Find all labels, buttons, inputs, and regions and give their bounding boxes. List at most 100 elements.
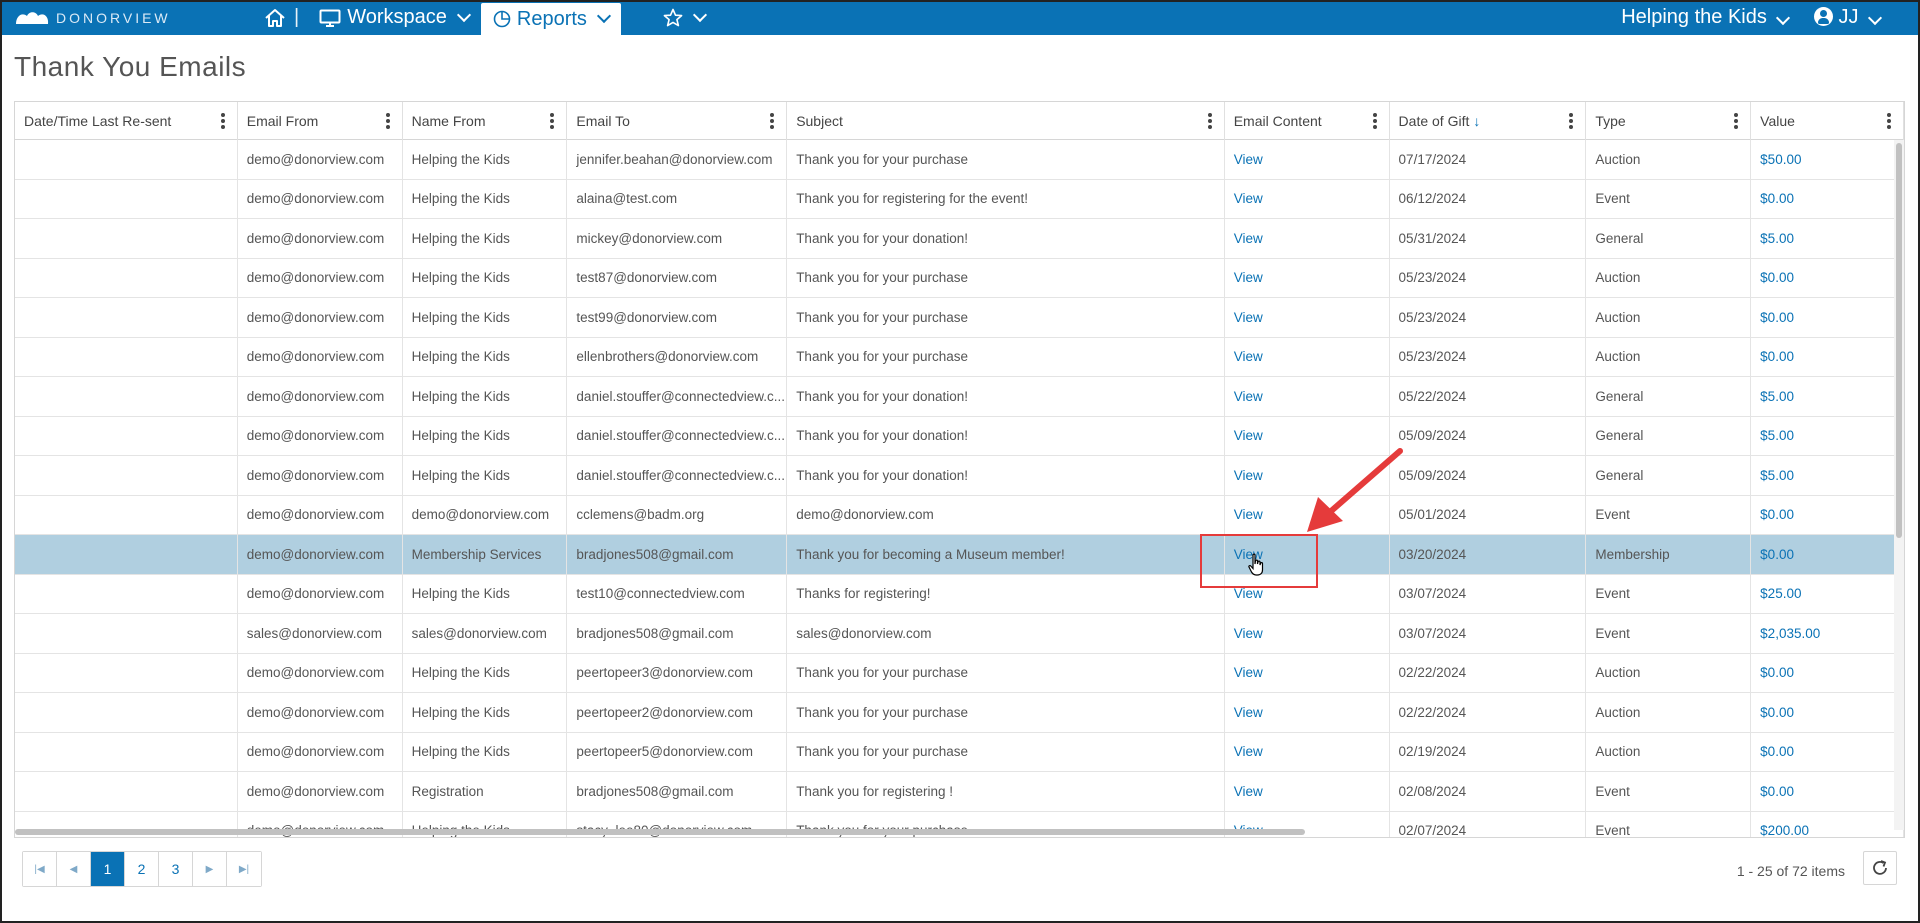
table-row[interactable]: demo@donorview.com Helping the Kids daniel…	[15, 456, 1904, 496]
view-email-link[interactable]: View	[1234, 389, 1263, 404]
value-link[interactable]: $50.00	[1760, 152, 1801, 167]
cell-text: Thank you for your donation!	[796, 428, 969, 444]
vertical-scroll-thumb[interactable]	[1896, 143, 1902, 538]
last-page-icon[interactable]: ▶|	[227, 852, 261, 886]
column-menu-icon[interactable]	[1207, 113, 1212, 129]
view-email-link[interactable]: View	[1234, 744, 1263, 759]
value-link[interactable]: $5.00	[1760, 428, 1794, 443]
table-row[interactable]: demo@donorview.com Registration bradjones5…	[15, 772, 1904, 812]
nav-workspace[interactable]: Workspace	[307, 0, 481, 35]
column-header[interactable]: Date/Time Last Re-sent	[15, 102, 238, 140]
view-email-link[interactable]: View	[1234, 705, 1263, 720]
cell-value: $0.00	[1751, 337, 1904, 376]
view-email-link[interactable]: View	[1234, 231, 1263, 246]
cell-type: Auction	[1586, 693, 1752, 732]
table-row[interactable]: demo@donorview.com Helping the Kids daniel…	[15, 377, 1904, 417]
table-row[interactable]: demo@donorview.com Helping the Kids peerto…	[15, 693, 1904, 733]
column-header[interactable]: Name From	[403, 102, 568, 140]
vertical-scrollbar[interactable]	[1894, 140, 1904, 830]
value-link[interactable]: $5.00	[1760, 389, 1794, 404]
value-link[interactable]: $2,035.00	[1760, 626, 1820, 641]
value-link[interactable]: $0.00	[1760, 705, 1794, 720]
page-button[interactable]: 2	[125, 852, 159, 886]
view-email-link[interactable]: View	[1234, 468, 1263, 483]
column-header[interactable]: Subject	[787, 102, 1225, 140]
home-icon[interactable]	[264, 8, 286, 28]
column-menu-icon[interactable]	[1734, 113, 1739, 129]
view-email-link[interactable]: View	[1234, 626, 1263, 641]
view-email-link[interactable]: View	[1234, 586, 1263, 601]
table-row[interactable]: demo@donorview.com Helping the Kids mickey…	[15, 219, 1904, 259]
cell-text: General	[1595, 428, 1644, 444]
view-email-link[interactable]: View	[1234, 191, 1263, 206]
column-menu-icon[interactable]	[220, 113, 225, 129]
view-email-link[interactable]: View	[1234, 784, 1263, 799]
table-row[interactable]: demo@donorview.com Helping the Kids peerto…	[15, 653, 1904, 693]
view-email-link[interactable]: View	[1234, 270, 1263, 285]
page-button[interactable]: 1	[91, 852, 125, 886]
value-link[interactable]: $0.00	[1760, 784, 1794, 799]
column-menu-icon[interactable]	[550, 113, 555, 129]
nav-favorites[interactable]	[651, 0, 717, 35]
value-link[interactable]: $25.00	[1760, 586, 1801, 601]
table-row-selected[interactable]: demo@donorview.com Membership Services bra…	[15, 535, 1904, 575]
view-email-link[interactable]: View	[1234, 310, 1263, 325]
view-email-link[interactable]: View	[1234, 349, 1263, 364]
value-link[interactable]: $5.00	[1760, 231, 1794, 246]
value-link[interactable]: $0.00	[1760, 270, 1794, 285]
user-menu[interactable]: JJ	[1814, 6, 1883, 29]
column-menu-icon[interactable]	[1569, 113, 1574, 129]
cell-email-to: mickey@donorview.com	[567, 219, 788, 258]
value-link[interactable]: $0.00	[1760, 665, 1794, 680]
cell-email-to: alaina@test.com	[567, 179, 788, 218]
view-email-link[interactable]: View	[1234, 665, 1263, 680]
table-row[interactable]: demo@donorview.com Helping the Kids jennif…	[15, 140, 1904, 180]
table-row[interactable]: demo@donorview.com Helping the Kids alaina…	[15, 179, 1904, 219]
cell-type: Event	[1586, 614, 1752, 653]
column-header[interactable]: Date of Gift ↓	[1390, 102, 1587, 140]
prev-page-icon[interactable]: ◀	[57, 852, 91, 886]
value-link[interactable]: $0.00	[1760, 191, 1794, 206]
next-page-icon[interactable]: ▶	[193, 852, 227, 886]
column-header[interactable]: Email Content	[1225, 102, 1390, 140]
table-row[interactable]: sales@donorview.com sales@donorview.com br…	[15, 614, 1904, 654]
column-menu-icon[interactable]	[385, 113, 390, 129]
table-row[interactable]: demo@donorview.com demo@donorview.com ccle…	[15, 495, 1904, 535]
first-page-icon[interactable]: |◀	[23, 852, 57, 886]
cell-resent	[15, 377, 238, 416]
value-link[interactable]: $0.00	[1760, 547, 1794, 562]
column-header[interactable]: Email From	[238, 102, 403, 140]
table-row[interactable]: demo@donorview.com Helping the Kids ellenb…	[15, 337, 1904, 377]
view-email-link[interactable]: View	[1234, 152, 1263, 167]
table-row[interactable]: demo@donorview.com Helping the Kids peerto…	[15, 732, 1904, 772]
column-header[interactable]: Type	[1586, 102, 1752, 140]
value-link[interactable]: $0.00	[1760, 507, 1794, 522]
column-menu-icon[interactable]	[1887, 113, 1892, 129]
value-link[interactable]: $5.00	[1760, 468, 1794, 483]
sort-desc-icon[interactable]: ↓	[1473, 113, 1480, 129]
cell-text: demo@donorview.com	[246, 428, 385, 444]
page-button[interactable]: 3	[159, 852, 193, 886]
horizontal-scroll-thumb[interactable]	[15, 829, 1305, 835]
table-row[interactable]: demo@donorview.com Helping the Kids test99…	[15, 298, 1904, 338]
chevron-down-icon	[1867, 10, 1883, 26]
view-email-link[interactable]: View	[1234, 428, 1263, 443]
bottom-whitespace	[0, 893, 1920, 923]
cell-email-to: cclemens@badm.org	[567, 495, 788, 534]
column-header[interactable]: Email To	[567, 102, 788, 140]
view-email-link[interactable]: View	[1234, 507, 1263, 522]
value-link[interactable]: $0.00	[1760, 310, 1794, 325]
value-link[interactable]: $0.00	[1760, 349, 1794, 364]
nav-reports[interactable]: Reports	[480, 3, 621, 35]
table-row[interactable]: demo@donorview.com Helping the Kids test87…	[15, 258, 1904, 298]
table-row[interactable]: demo@donorview.com Helping the Kids daniel…	[15, 416, 1904, 456]
horizontal-scrollbar[interactable]	[15, 827, 1904, 837]
column-menu-icon[interactable]	[770, 113, 775, 129]
column-header[interactable]: Value	[1751, 102, 1904, 140]
table-row[interactable]: demo@donorview.com Helping the Kids test10…	[15, 574, 1904, 614]
value-link[interactable]: $0.00	[1760, 744, 1794, 759]
refresh-button[interactable]	[1863, 851, 1897, 885]
column-menu-icon[interactable]	[1372, 113, 1377, 129]
brand-logo[interactable]: DONORVIEW	[14, 8, 244, 28]
org-selector[interactable]: Helping the Kids	[1621, 6, 1791, 29]
